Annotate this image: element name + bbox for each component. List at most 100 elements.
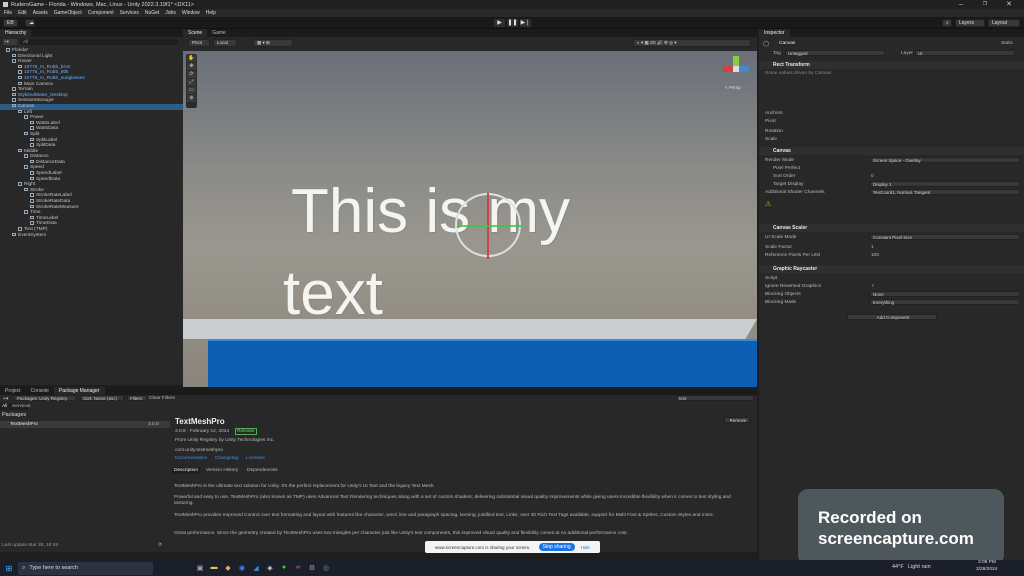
canvas-header[interactable]: Canvas [759, 147, 1024, 155]
maximize-icon[interactable]: ❐ [976, 0, 994, 9]
grid-snap-button[interactable]: ▦ ▾ ⊞ [253, 39, 293, 47]
blocking-mask-dropdown[interactable]: Everything [870, 299, 1020, 305]
clock-date[interactable]: 3/28/2024 [976, 567, 997, 572]
packages-filter-dropdown[interactable]: Packages: Unity Registry [14, 395, 76, 401]
scale-tool-icon[interactable]: ⤢ [187, 79, 196, 86]
close-icon[interactable]: ✕ [1000, 0, 1018, 9]
tab-services[interactable]: Services [12, 404, 30, 409]
hierarchy-item[interactable]: EventSystem [0, 232, 183, 239]
static-toggle[interactable]: Static [1001, 41, 1013, 46]
app-icon[interactable]: ● [277, 564, 291, 572]
transform-gizmo[interactable] [455, 193, 523, 259]
blocking-objects-dropdown[interactable]: None [870, 291, 1020, 297]
minimize-icon[interactable]: – [952, 0, 970, 9]
tab-project[interactable]: Project [0, 387, 26, 395]
menu-gameobject[interactable]: GameObject [54, 10, 82, 16]
rotate-tool-icon[interactable]: ⟳ [187, 71, 196, 78]
pause-button[interactable]: ❚❚ [507, 19, 518, 27]
menu-services[interactable]: Services [120, 10, 139, 16]
rect-transform-header[interactable]: Rect Transform [759, 61, 1024, 69]
add-component-button[interactable]: Add Component [847, 314, 937, 320]
sort-order-value[interactable]: 0 [871, 174, 874, 179]
scene-view-options[interactable]: ◐ ▾ ▦ 2D 🔊 ⚙ ◎ ▾ [633, 39, 751, 47]
object-name-field[interactable]: Canvas [779, 41, 795, 46]
menu-jobs[interactable]: Jobs [165, 10, 176, 16]
account-button[interactable]: EB [3, 19, 18, 27]
hand-tool-icon[interactable]: ✋ [187, 55, 196, 62]
file-explorer-icon[interactable]: ▬ [207, 564, 221, 572]
menu-edit[interactable]: Edit [18, 10, 27, 16]
sort-dropdown[interactable]: Sort: Name (asc) [80, 395, 124, 401]
clock-time[interactable]: 3:08 PM [978, 560, 996, 565]
tab-version-history[interactable]: Version History [206, 468, 238, 473]
menu-nuget[interactable]: NuGet [145, 10, 159, 16]
step-button[interactable]: ▶❘ [520, 19, 531, 27]
unity-hub-icon[interactable]: ◈ [263, 564, 277, 572]
anchors-label[interactable]: Anchors [765, 111, 783, 116]
scene-view[interactable]: This is my text ✋ ✥ ⟳ ⤢ ▭ ⊕ < Persp [183, 51, 757, 387]
target-display-dropdown[interactable]: Display 1 [870, 181, 1020, 187]
shader-channels-dropdown[interactable]: TexCoord1, Normal, Tangent [870, 189, 1020, 195]
canvas-scaler-header[interactable]: Canvas Scaler [759, 224, 1024, 232]
graphic-raycaster-header[interactable]: Graphic Raycaster [759, 265, 1024, 273]
pivot-dropdown[interactable]: Pivot [188, 39, 210, 47]
ref-ppu-value[interactable]: 100 [871, 253, 879, 258]
remove-button[interactable]: Remove [724, 417, 750, 423]
vscode-icon[interactable]: ◢ [249, 564, 263, 572]
package-list-item[interactable]: TextMeshPro [10, 422, 38, 427]
tab-inspector[interactable]: Inspector [759, 29, 790, 37]
link-documentation[interactable]: Documentation [175, 456, 207, 461]
tab-scene[interactable]: Scene [183, 29, 208, 37]
tab-game[interactable]: Game [207, 29, 231, 37]
layer-dropdown[interactable]: UI [915, 50, 1015, 56]
link-licenses[interactable]: Licenses [246, 456, 265, 461]
play-button[interactable]: ▶ [494, 19, 505, 27]
link-changelog[interactable]: Changelog [215, 456, 238, 461]
weather-text[interactable]: Light rain [908, 564, 931, 570]
cloud-icon[interactable]: ☁ [25, 19, 35, 27]
render-mode-dropdown[interactable]: Screen Space - Overlay [870, 157, 1020, 163]
clear-filters-link[interactable]: Clear Filters [149, 396, 175, 401]
menu-window[interactable]: Window [182, 10, 200, 16]
taskbar-search-box[interactable]: ⌕ Type here to search [18, 561, 153, 575]
layout-dropdown[interactable]: Layout [988, 19, 1020, 27]
persp-label[interactable]: < Persp [725, 85, 741, 90]
settings-icon[interactable]: ⚙ [305, 564, 319, 572]
ignore-reversed-checkbox[interactable]: ✓ [871, 284, 875, 289]
transform-tool-icon[interactable]: ⊕ [187, 95, 196, 102]
visual-studio-icon[interactable]: ∞ [291, 564, 305, 572]
package-search-input[interactable]: text [676, 395, 754, 401]
local-dropdown[interactable]: Local [213, 39, 237, 47]
weather-temp[interactable]: 44°F [892, 564, 904, 570]
layers-dropdown[interactable]: Layers [955, 19, 985, 27]
steam-icon[interactable]: ◎ [319, 564, 333, 572]
tag-dropdown[interactable]: Untagged [785, 50, 885, 56]
move-tool-icon[interactable]: ✥ [187, 63, 196, 70]
hide-link[interactable]: Hide [581, 545, 590, 550]
tab-console[interactable]: Console [26, 387, 54, 395]
menu-assets[interactable]: Assets [33, 10, 48, 16]
scale-factor-value[interactable]: 1 [871, 245, 874, 250]
search-icon[interactable]: ⌕ [942, 19, 952, 27]
stop-sharing-button[interactable]: Stop sharing [538, 543, 575, 551]
tab-description[interactable]: Description [172, 467, 200, 474]
refresh-icon[interactable]: ⟳ [158, 542, 162, 548]
menu-component[interactable]: Component [88, 10, 114, 16]
orientation-gizmo[interactable] [723, 56, 749, 82]
tab-all[interactable]: All [2, 404, 7, 409]
menu-file[interactable]: File [4, 10, 12, 16]
hierarchy-search-input[interactable]: All [20, 39, 178, 45]
rect-tool-icon[interactable]: ▭ [187, 87, 196, 94]
tab-dependencies[interactable]: Dependencies [247, 468, 278, 473]
task-view-icon[interactable]: ▣ [193, 564, 207, 572]
ui-scale-mode-dropdown[interactable]: Constant Pixel Size [870, 234, 1020, 240]
brave-browser-icon[interactable]: ◆ [221, 564, 235, 572]
tab-hierarchy[interactable]: Hierarchy [0, 29, 32, 37]
add-package-icon[interactable]: +▾ [3, 396, 8, 402]
create-button[interactable]: +▾ [3, 39, 17, 45]
filters-dropdown[interactable]: Filters [127, 395, 147, 401]
menu-help[interactable]: Help [206, 10, 216, 16]
edge-icon[interactable]: ◉ [235, 564, 249, 572]
tab-package-manager[interactable]: Package Manager [53, 387, 105, 395]
windows-start-icon[interactable]: ⊞ [0, 564, 18, 573]
